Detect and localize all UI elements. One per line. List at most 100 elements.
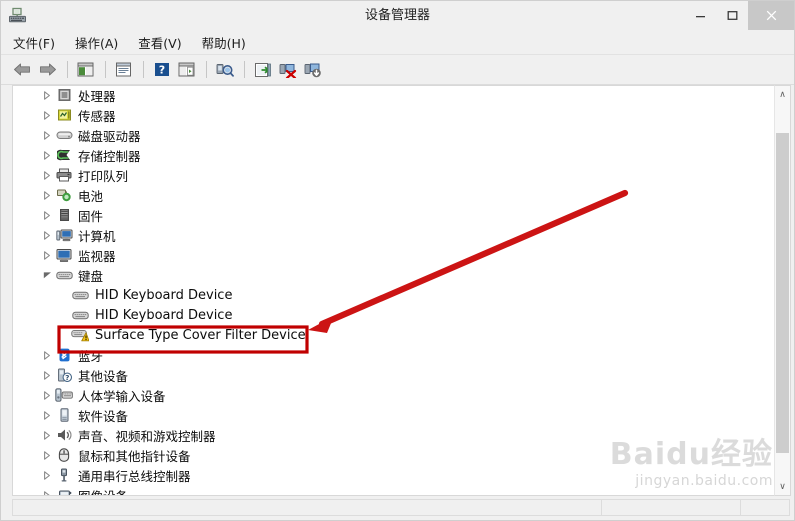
maximize-button[interactable] xyxy=(716,1,748,30)
separator-5 xyxy=(244,61,245,78)
tree-row[interactable]: HID Keyboard Device xyxy=(13,305,774,325)
tree-row[interactable]: 固件 xyxy=(13,205,774,225)
tree-row[interactable]: ? 其他设备 xyxy=(13,365,774,385)
status-panel-main xyxy=(12,499,602,516)
svg-text:?: ? xyxy=(65,373,69,382)
scrollbar-track[interactable] xyxy=(775,103,790,478)
window-controls xyxy=(684,1,794,30)
status-panel-secondary xyxy=(601,499,741,516)
tree-row-label: HID Keyboard Device xyxy=(95,287,233,303)
tree-row-label: 声音、视频和游戏控制器 xyxy=(78,428,216,444)
disk-drive-icon xyxy=(55,127,73,143)
collapsed-triangle-icon[interactable] xyxy=(39,365,55,385)
sound-video-game-icon xyxy=(55,427,73,443)
battery-icon xyxy=(55,187,73,203)
tree-row[interactable]: 图像设备 xyxy=(13,485,774,495)
help-button[interactable]: ? xyxy=(150,59,173,81)
tree-row[interactable]: 电池 xyxy=(13,185,774,205)
tree-row-label: 蓝牙 xyxy=(78,348,104,364)
collapsed-triangle-icon[interactable] xyxy=(39,125,55,145)
tree-row-label: 键盘 xyxy=(78,268,104,284)
tree-row[interactable]: 存储控制器 xyxy=(13,145,774,165)
collapsed-triangle-icon[interactable] xyxy=(39,225,55,245)
collapsed-triangle-icon[interactable] xyxy=(39,385,55,405)
back-button[interactable] xyxy=(11,59,34,81)
show-hide-console-tree-button[interactable] xyxy=(74,59,97,81)
collapsed-triangle-icon[interactable] xyxy=(39,405,55,425)
collapsed-triangle-icon[interactable] xyxy=(39,465,55,485)
sensor-icon xyxy=(55,107,73,123)
expanded-triangle-icon[interactable] xyxy=(39,265,55,285)
collapsed-triangle-icon[interactable] xyxy=(39,105,55,125)
collapsed-triangle-icon[interactable] xyxy=(39,345,55,365)
tree-row[interactable]: 监视器 xyxy=(13,245,774,265)
disable-device-button[interactable] xyxy=(301,59,324,81)
tree-row-label: 监视器 xyxy=(78,248,116,264)
collapsed-triangle-icon[interactable] xyxy=(39,425,55,445)
tree-row[interactable]: 通用串行总线控制器 xyxy=(13,465,774,485)
collapsed-triangle-icon[interactable] xyxy=(39,185,55,205)
close-button[interactable] xyxy=(748,1,794,30)
collapsed-triangle-icon[interactable] xyxy=(39,145,55,165)
status-bar xyxy=(1,496,794,520)
menu-help[interactable]: 帮助(H) xyxy=(202,31,256,54)
tree-row-label: 处理器 xyxy=(78,88,116,104)
menu-file[interactable]: 文件(F) xyxy=(13,31,65,54)
menu-bar: 文件(F) 操作(A) 查看(V) 帮助(H) xyxy=(1,30,794,55)
tree-row-label: 计算机 xyxy=(78,228,116,244)
minimize-button[interactable] xyxy=(684,1,716,30)
menu-action[interactable]: 操作(A) xyxy=(75,31,128,54)
collapsed-triangle-icon[interactable] xyxy=(39,485,55,495)
tree-row[interactable]: 人体学输入设备 xyxy=(13,385,774,405)
device-tree: 处理器传感器 磁盘驱动器 存储控制器打印队列 电池 固件计算机监视器键盘 HID Keyb… xyxy=(13,86,774,495)
tree-row[interactable]: 键盘 xyxy=(13,265,774,285)
tree-row[interactable]: 鼠标和其他指针设备 xyxy=(13,445,774,465)
device-manager-window: 设备管理器 文件(F) 操作(A) 查看(V) 帮助(H) ? 处理器 传感器 … xyxy=(0,0,795,521)
menu-view[interactable]: 查看(V) xyxy=(138,31,191,54)
software-device-icon xyxy=(55,407,73,423)
scroll-up-arrow-icon[interactable]: ∧ xyxy=(775,86,790,103)
separator-4 xyxy=(206,61,207,78)
tree-row-label: 传感器 xyxy=(78,108,116,124)
tree-row[interactable]: 声音、视频和游戏控制器 xyxy=(13,425,774,445)
tree-row[interactable]: 软件设备 xyxy=(13,405,774,425)
properties-button[interactable] xyxy=(112,59,135,81)
tree-row[interactable]: 处理器 xyxy=(13,86,774,105)
collapsed-triangle-icon[interactable] xyxy=(39,245,55,265)
tree-row[interactable]: 磁盘驱动器 xyxy=(13,125,774,145)
uninstall-device-button[interactable] xyxy=(276,59,299,81)
printer-icon xyxy=(55,167,73,183)
tree-row[interactable]: 打印队列 xyxy=(13,165,774,185)
window-title: 设备管理器 xyxy=(364,8,430,23)
forward-button[interactable] xyxy=(36,59,59,81)
tree-row[interactable]: 传感器 xyxy=(13,105,774,125)
tree-row[interactable]: 蓝牙 xyxy=(13,345,774,365)
scroll-down-arrow-icon[interactable]: ∨ xyxy=(775,478,790,495)
separator-1 xyxy=(67,61,68,78)
monitor-icon xyxy=(55,247,73,263)
tree-row[interactable]: HID Keyboard Device xyxy=(13,285,774,305)
collapsed-triangle-icon[interactable] xyxy=(39,165,55,185)
collapsed-triangle-icon[interactable] xyxy=(39,205,55,225)
separator-2 xyxy=(105,61,106,78)
tree-row-label: 其他设备 xyxy=(78,368,129,384)
scan-hardware-changes-button[interactable] xyxy=(213,59,236,81)
title-bar[interactable]: 设备管理器 xyxy=(1,1,794,30)
collapsed-triangle-icon[interactable] xyxy=(39,86,55,105)
content-area: 处理器传感器 磁盘驱动器 存储控制器打印队列 电池 固件计算机监视器键盘 HID Keyb… xyxy=(1,85,794,496)
vertical-scrollbar[interactable]: ∧ ∨ xyxy=(774,85,791,496)
computer-icon xyxy=(55,227,73,243)
tree-row[interactable]: 计算机 xyxy=(13,225,774,245)
scrollbar-thumb[interactable] xyxy=(776,133,789,453)
mouse-icon xyxy=(55,447,73,463)
tree-row-label: 打印队列 xyxy=(78,168,129,184)
svg-text:?: ? xyxy=(158,64,164,77)
hid-input-icon xyxy=(55,387,73,403)
collapsed-triangle-icon[interactable] xyxy=(39,445,55,465)
usb-controller-icon xyxy=(55,467,73,483)
update-driver-button[interactable] xyxy=(251,59,274,81)
device-tree-pane[interactable]: 处理器传感器 磁盘驱动器 存储控制器打印队列 电池 固件计算机监视器键盘 HID Keyb… xyxy=(12,85,774,496)
imaging-device-icon xyxy=(55,487,73,495)
show-hide-action-pane-button[interactable] xyxy=(175,59,198,81)
tree-row[interactable]: Surface Type Cover Filter Device xyxy=(13,325,774,345)
